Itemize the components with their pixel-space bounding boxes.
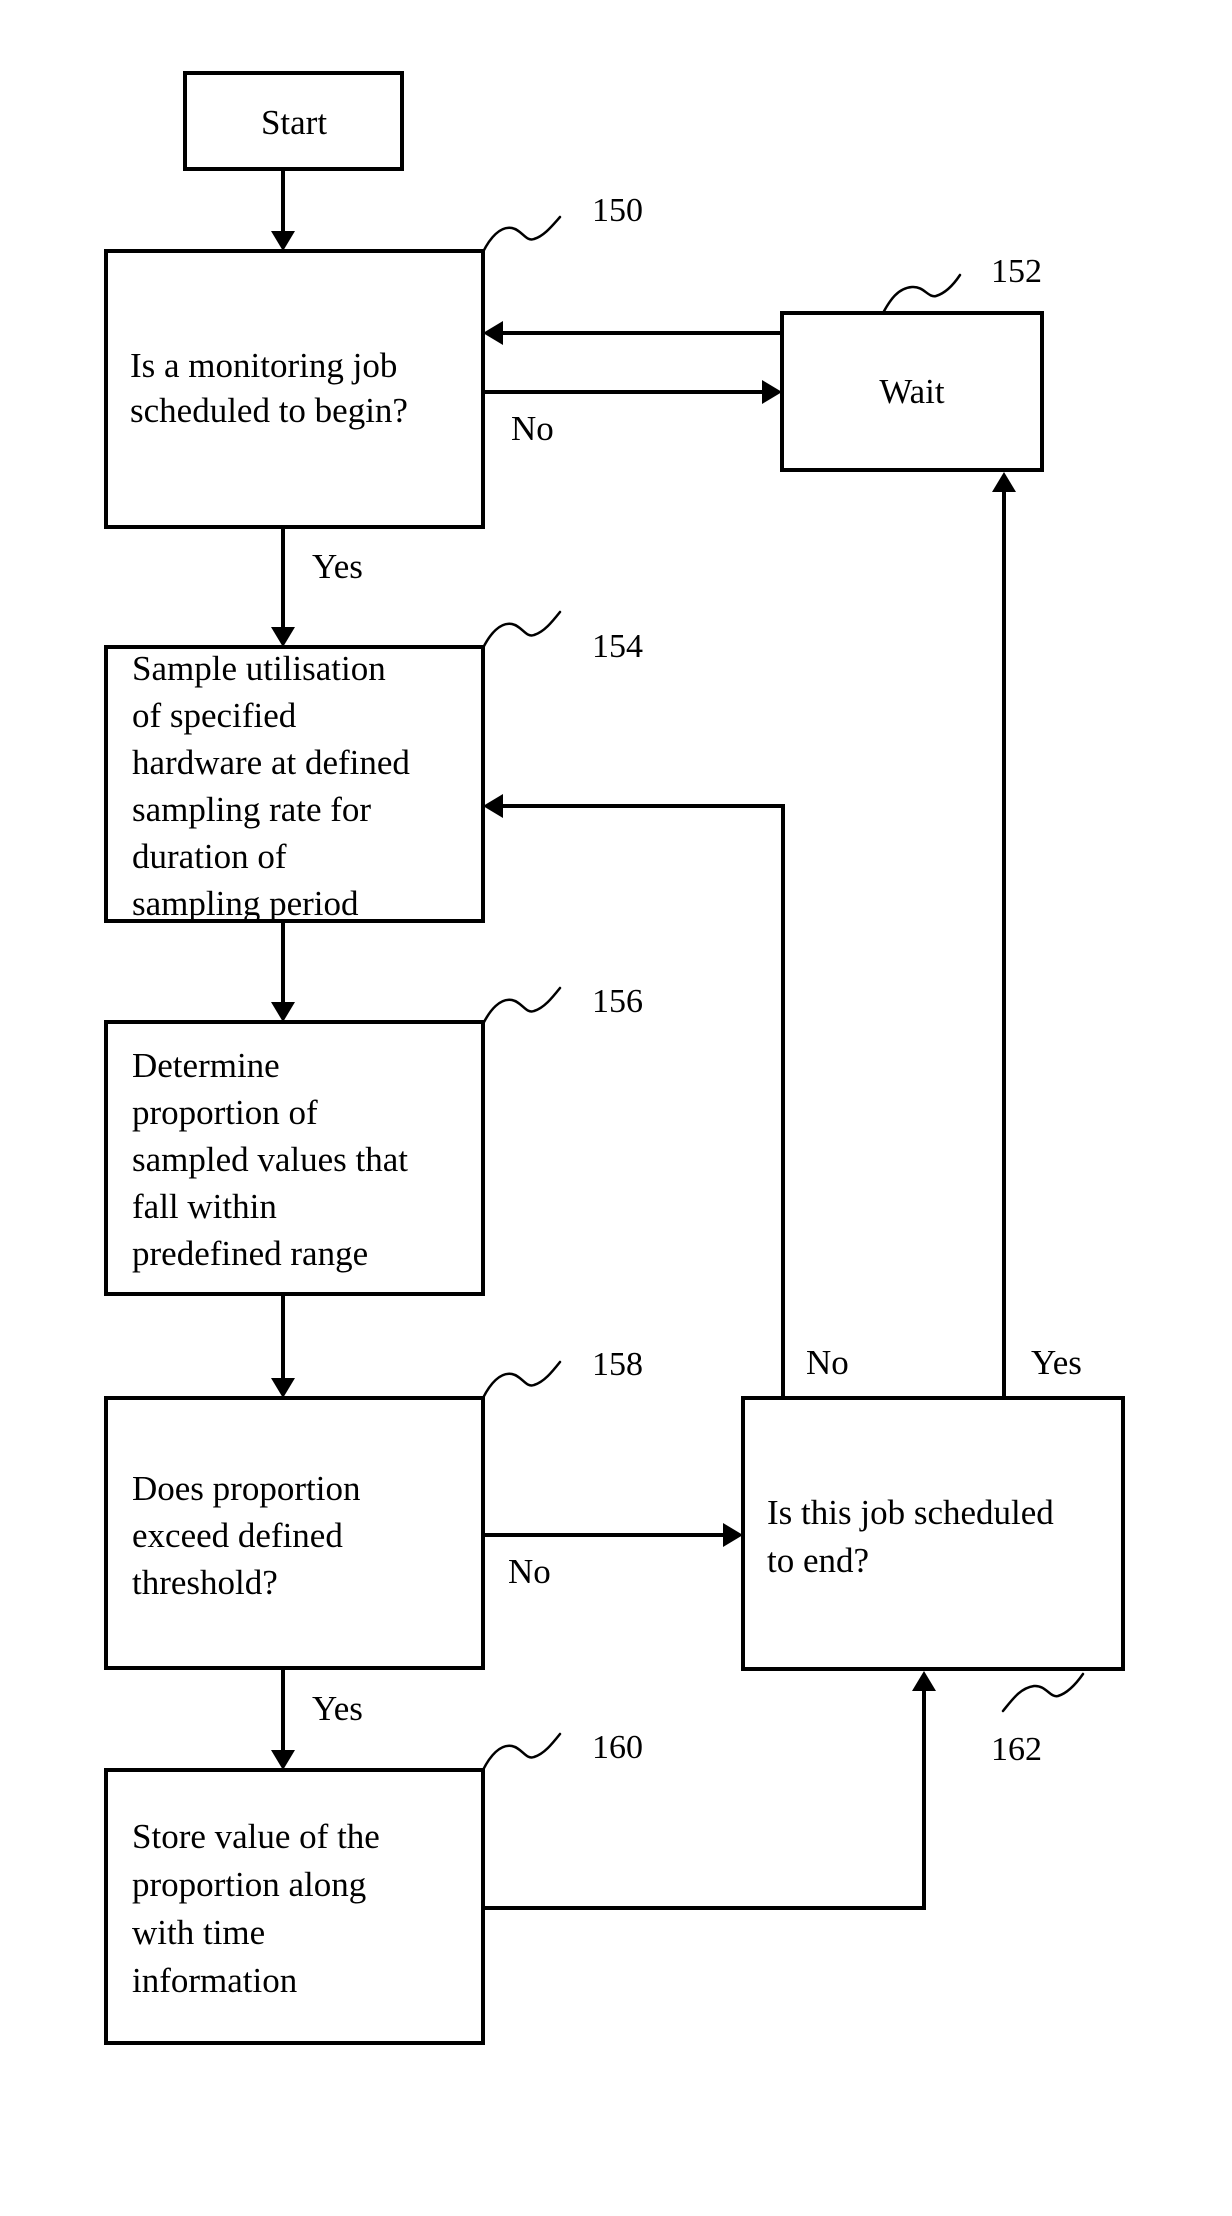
ref-number-156: 156 <box>592 983 643 1020</box>
ref-number-152: 152 <box>991 253 1042 290</box>
ref-leader-154 <box>481 610 562 650</box>
arrowhead-up-icon <box>992 472 1016 492</box>
node-text-line: proportion of <box>132 1093 318 1132</box>
node-text-line: Store value of the <box>132 1817 380 1856</box>
node-text-line: Determine <box>132 1046 280 1085</box>
ref-leader-152 <box>881 273 962 315</box>
node-152-label: Wait <box>879 372 944 411</box>
flowchart: Start Wait Is a monitoring job scheduled … <box>104 71 1125 2045</box>
node-text-line: duration of <box>132 837 287 876</box>
node-text-line: threshold? <box>132 1563 278 1602</box>
node-text-line: Is a monitoring job <box>130 346 397 385</box>
node-text-line: hardware at defined <box>132 743 410 782</box>
node-text-line: of specified <box>132 696 297 735</box>
ref-number-158: 158 <box>592 1346 643 1383</box>
ref-leader-150 <box>481 215 562 254</box>
arrowhead-right-icon <box>723 1523 743 1547</box>
edge-label-162-no: No <box>806 1343 849 1382</box>
edge-162-to-154 <box>497 804 785 1398</box>
ref-number-154: 154 <box>592 628 643 665</box>
node-text-line: sampling period <box>132 884 359 923</box>
arrowhead-left-icon <box>483 321 503 345</box>
node-text-line: scheduled to begin? <box>130 391 408 430</box>
ref-number-162: 162 <box>991 1731 1042 1768</box>
arrowhead-down-icon <box>271 1750 295 1770</box>
node-text-line: exceed defined <box>132 1516 343 1555</box>
node-text-line: information <box>132 1961 297 2000</box>
node-text-line: with time <box>132 1913 265 1952</box>
arrowhead-right-icon <box>762 380 782 404</box>
arrowhead-down-icon <box>271 231 295 251</box>
arrowhead-down-icon <box>271 1002 295 1022</box>
arrowhead-down-icon <box>271 1378 295 1398</box>
ref-leader-158 <box>481 1360 562 1400</box>
arrowhead-up-icon <box>912 1671 936 1691</box>
node-154-box <box>104 645 485 923</box>
node-text-line: fall within <box>132 1187 277 1226</box>
ref-leader-162 <box>1001 1672 1085 1713</box>
edge-label-162-yes: Yes <box>1031 1343 1082 1382</box>
node-162-box <box>741 1396 1125 1671</box>
ref-leader-156 <box>481 986 562 1026</box>
ref-leader-160 <box>481 1732 562 1772</box>
node-text-line: sampled values that <box>132 1140 408 1179</box>
ref-number-160: 160 <box>592 1729 643 1766</box>
node-160-box <box>104 1768 485 2045</box>
node-text-line: predefined range <box>132 1234 368 1273</box>
edge-label-150-no: No <box>511 409 554 448</box>
ref-number-150: 150 <box>592 192 643 229</box>
node-text-line: sampling rate for <box>132 790 371 829</box>
arrowhead-down-icon <box>271 627 295 647</box>
edge-160-to-162 <box>483 1685 926 1910</box>
edge-label-158-yes: Yes <box>312 1689 363 1728</box>
edge-label-158-no: No <box>508 1552 551 1591</box>
node-text-line: to end? <box>767 1541 869 1580</box>
node-text-line: Sample utilisation <box>132 649 386 688</box>
node-150-box <box>104 249 485 529</box>
node-start-label: Start <box>261 103 327 142</box>
node-text-line: Is this job scheduled <box>767 1493 1054 1532</box>
arrowhead-left-icon <box>483 794 503 818</box>
edge-label-150-yes: Yes <box>312 547 363 586</box>
node-text-line: proportion along <box>132 1865 366 1904</box>
node-text-line: Does proportion <box>132 1469 360 1508</box>
